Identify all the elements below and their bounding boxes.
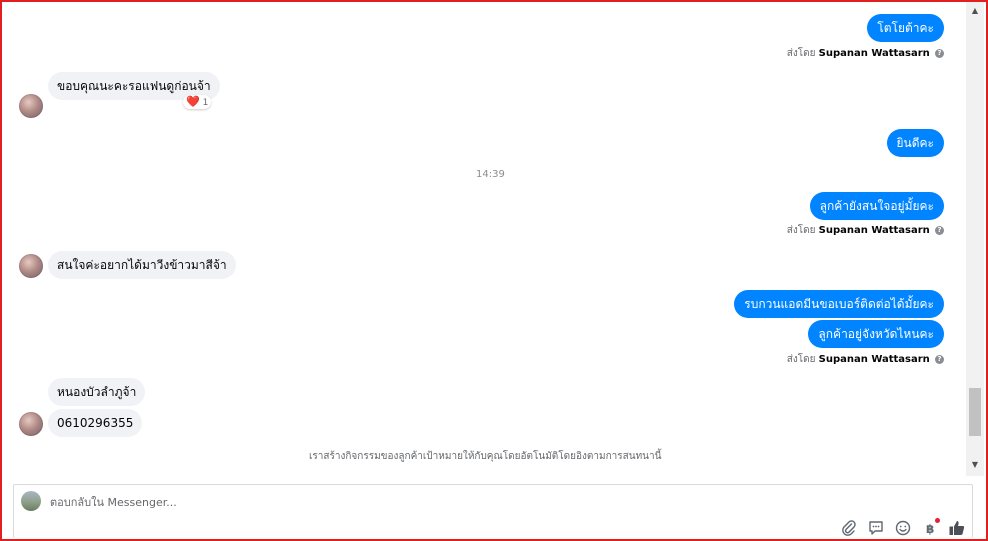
scroll-thumb[interactable] [969, 388, 981, 436]
outgoing-message[interactable]: ลูกค้าอยู่จังหวัดไหนคะ [808, 320, 944, 348]
customer-avatar[interactable] [19, 254, 43, 278]
auto-activity-notice: เราสร้างกิจกรรมของลูกค้าเป้าหมายให้กับคุ… [309, 451, 662, 462]
paperclip-icon[interactable] [840, 519, 858, 537]
message-thread[interactable]: โตโยต้าคะ ส่งโดย Supanan Wattasarn ? ขอบ… [2, 2, 966, 478]
sent-by-prefix: ส่งโดย [786, 48, 816, 59]
baht-icon[interactable]: ฿ [921, 518, 940, 537]
help-icon[interactable]: ? [935, 354, 944, 364]
scrollbar[interactable]: ▲ ▼ [966, 2, 984, 476]
help-icon[interactable]: ? [935, 48, 944, 58]
message-reaction[interactable]: ❤️ 1 [183, 95, 212, 109]
heart-reaction-icon: ❤️ [186, 95, 200, 108]
sent-by-prefix: ส่งโดย [786, 354, 816, 365]
incoming-message[interactable]: 0610296355 [48, 409, 143, 437]
reply-composer: ฿ [13, 484, 973, 538]
outgoing-message[interactable]: ยินดีคะ [886, 129, 944, 157]
scroll-down-arrow-icon[interactable]: ▼ [966, 458, 984, 472]
reaction-count: 1 [202, 98, 209, 108]
thumbs-up-icon[interactable] [948, 519, 966, 537]
scroll-up-arrow-icon[interactable]: ▲ [966, 4, 984, 18]
speech-bubble-icon[interactable] [867, 519, 885, 537]
outgoing-message[interactable]: ลูกค้ายังสนใจอยู่มั้ยคะ [809, 192, 944, 220]
incoming-message[interactable]: หนองบัวลำภูจ้า [48, 378, 146, 406]
customer-avatar[interactable] [19, 412, 43, 436]
sent-by-name: Supanan Wattasarn [818, 225, 930, 236]
page-avatar [21, 491, 41, 511]
smiley-icon[interactable] [894, 519, 912, 537]
outgoing-message[interactable]: รบกวนแอดมีนขอเบอร์ติดต่อได้มั้ยคะ [734, 290, 944, 318]
incoming-message[interactable]: สนใจค่ะอยากได้มาวีงข้าวมาสีจ้า [48, 251, 236, 279]
help-icon[interactable]: ? [935, 225, 944, 235]
customer-avatar[interactable] [19, 94, 43, 118]
svg-text:฿: ฿ [926, 522, 934, 536]
sent-by-prefix: ส่งโดย [786, 225, 816, 236]
sent-by-name: Supanan Wattasarn [818, 48, 930, 59]
notification-dot [935, 518, 940, 523]
sent-by-name: Supanan Wattasarn [818, 354, 930, 365]
sent-by-label: ส่งโดย Supanan Wattasarn ? [787, 47, 944, 61]
sent-by-label: ส่งโดย Supanan Wattasarn ? [787, 224, 944, 238]
message-timestamp: 14:39 [476, 169, 505, 180]
sent-by-label: ส่งโดย Supanan Wattasarn ? [787, 353, 944, 367]
outgoing-message[interactable]: โตโยต้าคะ [867, 14, 944, 42]
reply-input[interactable] [50, 493, 650, 511]
